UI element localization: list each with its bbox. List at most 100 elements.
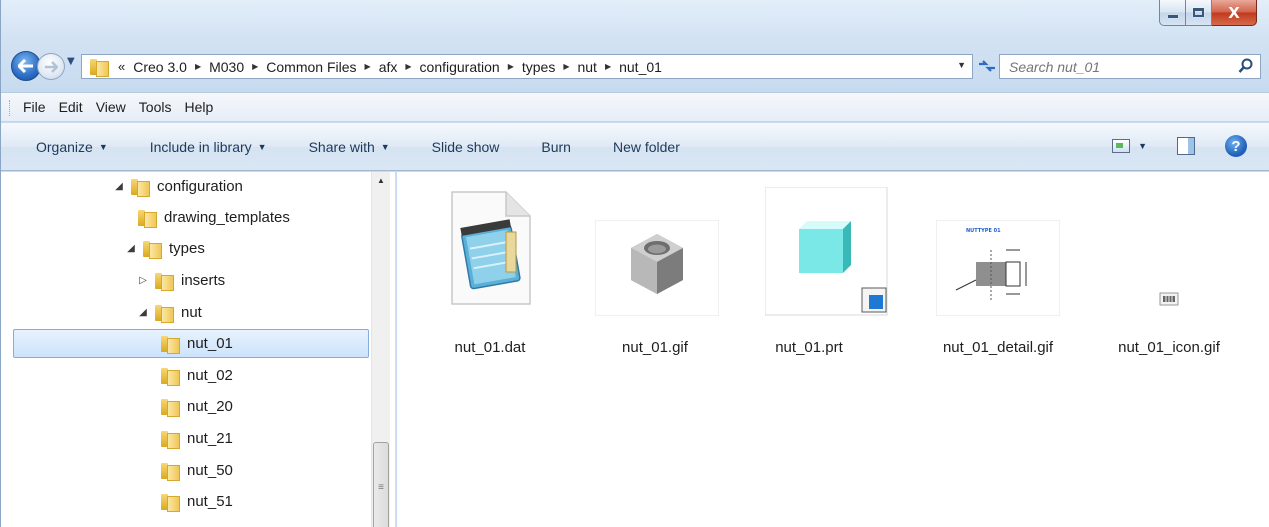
breadcrumb-item[interactable]: nut_01: [619, 59, 662, 75]
slide-show-button[interactable]: Slide show: [432, 139, 500, 155]
folder-icon: [155, 304, 174, 323]
tree-item-label: nut_51: [187, 493, 233, 510]
file-name: nut_01.prt: [775, 339, 843, 356]
address-dropdown-icon[interactable]: ▼: [957, 60, 966, 70]
new-folder-button[interactable]: New folder: [613, 139, 680, 155]
command-bar: Organize ▼ Include in library ▼ Share with…: [1, 123, 1269, 171]
tree-item-label: inserts: [181, 272, 226, 289]
folder-icon: [161, 493, 180, 512]
tree-item-nut-51[interactable]: nut_51: [161, 487, 233, 516]
tree-item-configuration[interactable]: ◢ configuration: [113, 172, 243, 201]
search-input[interactable]: [1009, 58, 1229, 75]
tree-item-label: nut_01: [187, 335, 233, 352]
tree-item-label: nut_20: [187, 398, 233, 415]
menu-edit[interactable]: Edit: [59, 99, 83, 115]
dropdown-arrow-icon: ▼: [257, 141, 267, 152]
expanded-arrow-icon[interactable]: ◢: [113, 181, 125, 192]
breadcrumb-item[interactable]: configuration: [420, 59, 500, 75]
tree-item-types[interactable]: ◢ types: [125, 234, 205, 263]
chevron-right-icon[interactable]: ▶: [195, 62, 201, 71]
forward-button[interactable]: [37, 53, 65, 80]
recent-pages-dropdown[interactable]: ▼: [67, 56, 75, 67]
tree-item-nut-20[interactable]: nut_20: [161, 392, 233, 421]
breadcrumb-item[interactable]: Creo 3.0: [133, 59, 187, 75]
tree-scrollbar[interactable]: ▲ ≡: [371, 172, 390, 527]
collapsed-arrow-icon[interactable]: ▷: [137, 275, 149, 286]
help-icon[interactable]: ?: [1225, 135, 1247, 157]
breadcrumb-item[interactable]: nut: [577, 59, 596, 75]
refresh-icon: [979, 60, 995, 72]
breadcrumb-item[interactable]: M030: [209, 59, 244, 75]
close-button[interactable]: X: [1212, 0, 1257, 26]
chevron-right-icon[interactable]: ▶: [563, 62, 569, 71]
chevron-right-icon[interactable]: ▶: [252, 62, 258, 71]
menu-bar: File Edit View Tools Help: [1, 92, 1269, 122]
folder-icon: [161, 462, 180, 481]
navigation-pane: ◢ configuration drawing_templates ◢ types …: [1, 172, 396, 527]
folder-icon: [155, 272, 174, 291]
folder-icon: [161, 398, 180, 417]
breadcrumb-overflow[interactable]: «: [118, 59, 125, 74]
refresh-button[interactable]: [977, 58, 999, 78]
folder-icon: [131, 178, 150, 197]
new-folder-label: New folder: [612, 138, 680, 155]
forward-arrow-icon: [45, 60, 58, 73]
menu-help[interactable]: Help: [184, 99, 213, 115]
search-icon[interactable]: [1238, 58, 1254, 74]
views-dropdown-icon[interactable]: ▼: [1138, 141, 1147, 151]
menu-grip: [9, 100, 12, 116]
chevron-right-icon[interactable]: ▶: [508, 62, 514, 71]
chevron-right-icon[interactable]: ▶: [605, 62, 611, 71]
command-bar-right: ▼ ?: [1112, 135, 1247, 157]
tree-item-label: configuration: [157, 178, 243, 195]
scroll-thumb[interactable]: ≡: [373, 442, 389, 527]
burn-button[interactable]: Burn: [541, 139, 571, 155]
small-gif-thumbnail: [1159, 292, 1179, 306]
explorer-window: X ▼ « Creo 3.0 ▶ M030 ▶ Common Files ▶ afx ▶…: [0, 0, 1269, 527]
breadcrumb-item[interactable]: types: [522, 59, 555, 75]
tree-item-label: drawing_templates: [164, 209, 290, 226]
organize-button[interactable]: Organize ▼: [36, 139, 108, 155]
tree-item-label: nut_21: [187, 430, 233, 447]
expanded-arrow-icon[interactable]: ◢: [125, 243, 137, 254]
scroll-up-icon[interactable]: ▲: [377, 176, 385, 185]
tree-item-inserts[interactable]: ▷ inserts: [137, 266, 225, 295]
caption-buttons: X: [1159, 0, 1257, 26]
minimize-button[interactable]: [1159, 0, 1186, 26]
address-bar[interactable]: « Creo 3.0 ▶ M030 ▶ Common Files ▶ afx ▶ con…: [81, 54, 973, 79]
notepad-icon: [451, 191, 531, 305]
chevron-right-icon[interactable]: ▶: [405, 62, 411, 71]
tree-item-label: nut: [181, 304, 202, 321]
organize-label: Organize: [36, 138, 93, 155]
tree-item-nut-21[interactable]: nut_21: [161, 424, 233, 453]
tree-item-nut-50[interactable]: nut_50: [161, 456, 233, 485]
tree-item-nut-02[interactable]: nut_02: [161, 361, 233, 390]
nut-drawing-thumbnail: NUTTYPE 01: [936, 220, 1060, 316]
chevron-right-icon[interactable]: ▶: [365, 62, 371, 71]
tree-item-drawing-templates[interactable]: drawing_templates: [138, 203, 290, 232]
include-in-library-label: Include in library: [149, 138, 252, 155]
breadcrumb: Creo 3.0 ▶ M030 ▶ Common Files ▶ afx ▶ confi…: [133, 59, 662, 75]
breadcrumb-item[interactable]: afx: [379, 59, 398, 75]
folder-icon: [161, 335, 180, 354]
tree-item-label: nut_50: [187, 462, 233, 479]
menu-tools[interactable]: Tools: [139, 99, 172, 115]
folder-icon: [161, 430, 180, 449]
maximize-button[interactable]: [1186, 0, 1212, 26]
share-with-button[interactable]: Share with ▼: [309, 139, 390, 155]
include-in-library-button[interactable]: Include in library ▼: [150, 139, 267, 155]
burn-label: Burn: [541, 138, 571, 155]
search-box[interactable]: [999, 54, 1261, 79]
preview-pane-icon[interactable]: [1177, 137, 1195, 155]
breadcrumb-item[interactable]: Common Files: [266, 59, 356, 75]
tree-item-nut-01[interactable]: nut_01: [13, 329, 369, 358]
menu-view[interactable]: View: [96, 99, 126, 115]
change-view-icon[interactable]: [1112, 139, 1131, 153]
slide-show-label: Slide show: [431, 138, 500, 155]
expanded-arrow-icon[interactable]: ◢: [137, 307, 149, 318]
maximize-icon: [1193, 8, 1204, 17]
hex-nut-thumbnail: [595, 220, 719, 316]
tree-item-nut[interactable]: ◢ nut: [137, 298, 202, 327]
menu-file[interactable]: File: [23, 99, 46, 115]
file-name: nut_01.gif: [622, 339, 688, 356]
